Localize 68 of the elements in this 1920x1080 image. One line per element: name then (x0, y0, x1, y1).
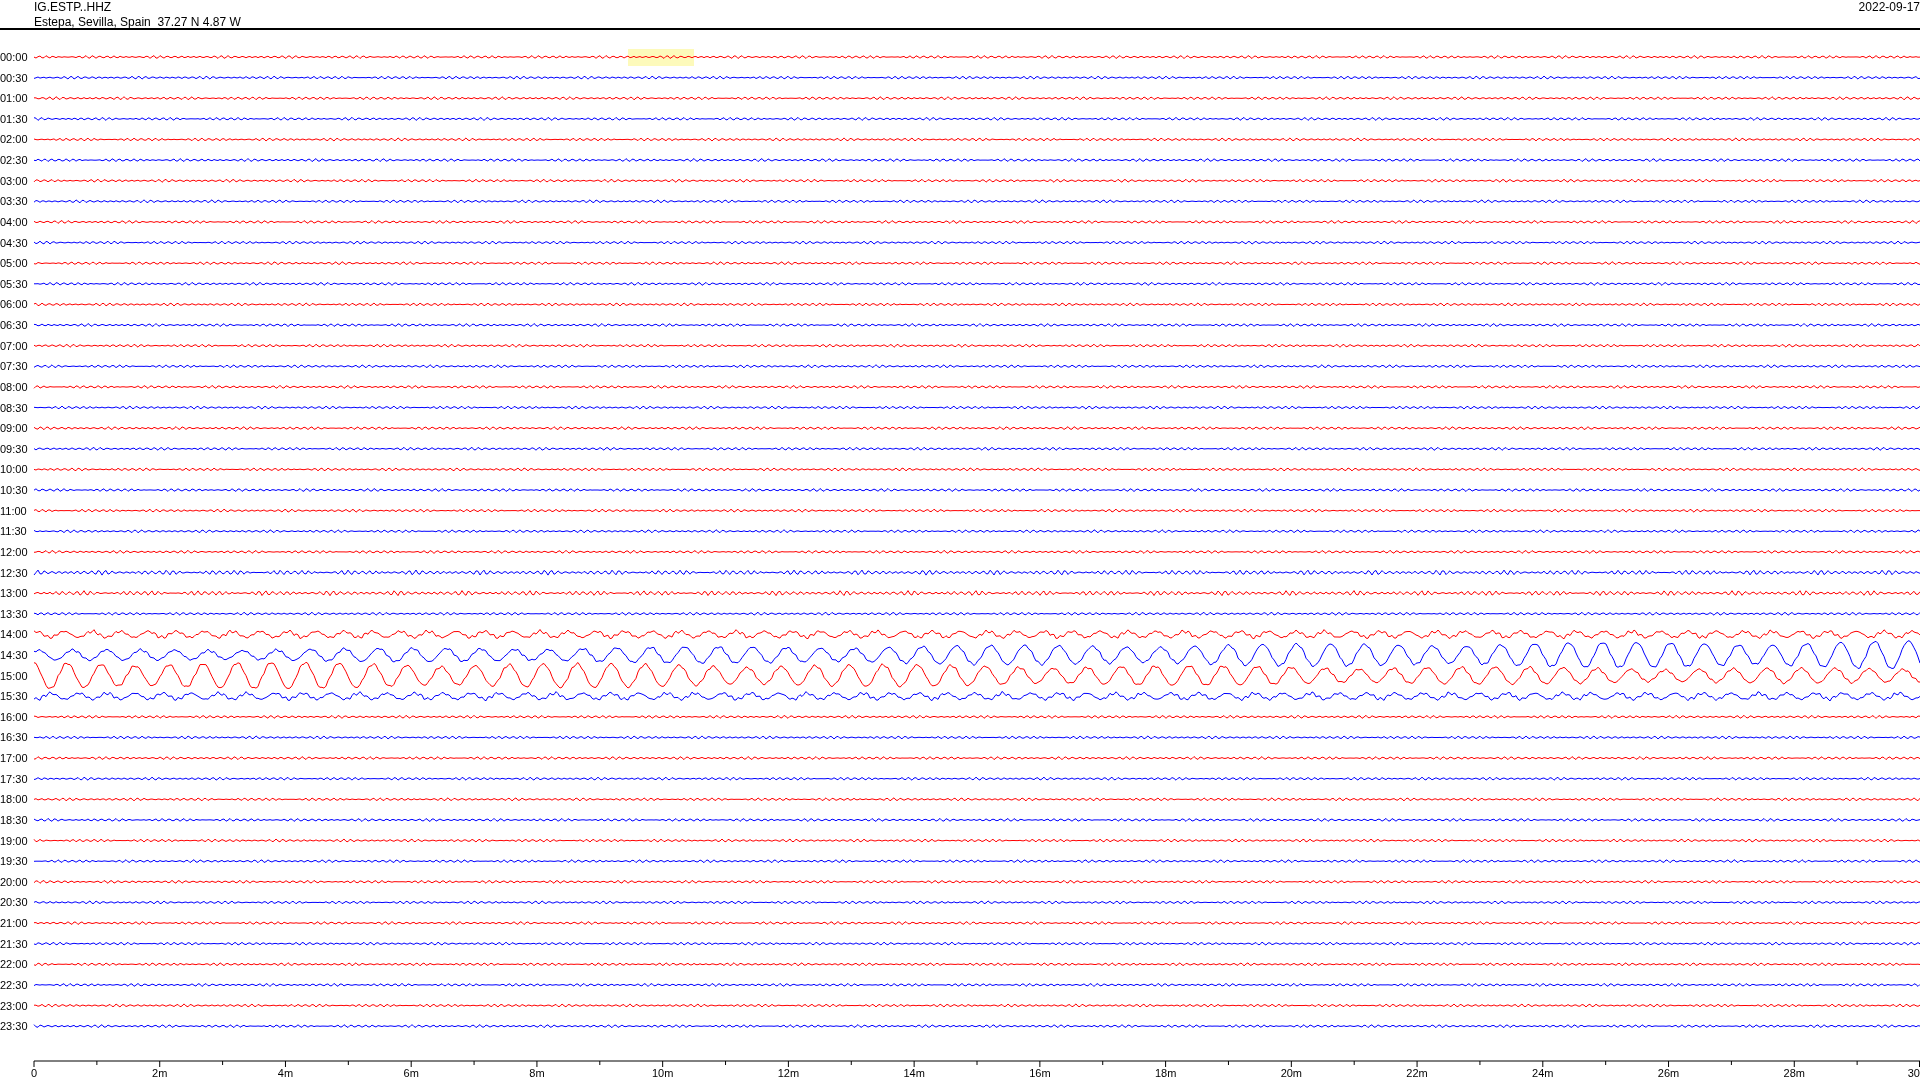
time-label: 04:00 (0, 215, 28, 228)
time-label: 14:00 (0, 628, 28, 641)
time-label: 03:00 (0, 174, 28, 187)
axis-label: 20m (1280, 1067, 1303, 1078)
time-label: 19:30 (0, 855, 28, 868)
time-label: 15:30 (0, 690, 28, 703)
time-label: 18:00 (0, 793, 28, 806)
time-label: 20:30 (0, 896, 28, 909)
axis-label: 2m (152, 1067, 168, 1078)
time-label: 05:00 (0, 257, 28, 270)
time-label: 20:00 (0, 875, 28, 888)
time-label: 09:00 (0, 422, 28, 435)
time-label: 10:30 (0, 484, 28, 496)
axis-label: 12m (777, 1067, 800, 1078)
station-code: IG.ESTP..HHZ (34, 0, 113, 15)
time-label: 22:00 (0, 958, 28, 971)
time-label: 19:00 (0, 834, 28, 847)
axis-label: 16m (1029, 1067, 1051, 1078)
time-label: 23:30 (0, 1020, 28, 1033)
time-label: 16:30 (0, 731, 28, 744)
axis-label: 26m (1657, 1067, 1680, 1078)
time-label: 17:00 (0, 752, 28, 765)
time-label: 08:30 (0, 401, 28, 414)
time-label: 00:30 (0, 71, 28, 84)
time-label: 01:30 (0, 112, 28, 125)
time-label: 00:00 (0, 51, 28, 63)
axis-label: 24m (1532, 1067, 1554, 1078)
time-label: 07:30 (0, 360, 28, 373)
time-label: 02:30 (0, 154, 28, 167)
time-label: 06:30 (0, 319, 28, 332)
time-label: 21:30 (0, 937, 28, 950)
time-label: 13:00 (0, 587, 28, 600)
time-label: 23:00 (0, 999, 28, 1012)
axis-label: 10m (651, 1067, 674, 1078)
time-label: 03:30 (0, 195, 28, 208)
time-label: 07:00 (0, 339, 28, 352)
time-label: 09:30 (0, 442, 28, 455)
axis-label: 28m (1783, 1067, 1805, 1078)
time-label: 14:30 (0, 649, 28, 661)
time-label: 05:30 (0, 277, 28, 290)
time-label: 08:00 (0, 380, 28, 393)
axis-label: 0 (31, 1067, 38, 1078)
axis-label: 14m (903, 1067, 925, 1078)
time-label: 18:30 (0, 813, 28, 826)
axis-label: 6m (403, 1067, 419, 1078)
axis-label: 8m (529, 1067, 545, 1078)
axis-label: 30 (1907, 1067, 1920, 1078)
axis-label: 22m (1406, 1067, 1428, 1078)
time-label: 01:00 (0, 92, 28, 105)
time-label: 21:00 (0, 917, 28, 930)
highlight-rect (628, 49, 694, 66)
axis-label: 18m (1154, 1067, 1177, 1078)
time-label: 06:00 (0, 298, 28, 311)
time-label: 16:00 (0, 710, 28, 723)
time-label: 13:30 (0, 607, 28, 620)
plot-date: 2022-09-17 (1858, 0, 1920, 14)
time-label: 04:30 (0, 236, 28, 249)
time-label: 10:00 (0, 463, 28, 476)
station-location: Estepa, Sevilla, Spain 37.27 N 4.87 W (34, 15, 241, 30)
time-label: 12:00 (0, 545, 28, 558)
time-label: 02:00 (0, 133, 28, 146)
axis-label: 4m (277, 1067, 294, 1078)
time-label: 15:00 (0, 669, 28, 682)
time-label: 17:30 (0, 772, 28, 785)
time-label: 11:00 (0, 504, 27, 517)
time-label: 22:30 (0, 978, 28, 991)
time-label: 11:30 (0, 525, 27, 538)
time-label: 12:30 (0, 566, 28, 579)
